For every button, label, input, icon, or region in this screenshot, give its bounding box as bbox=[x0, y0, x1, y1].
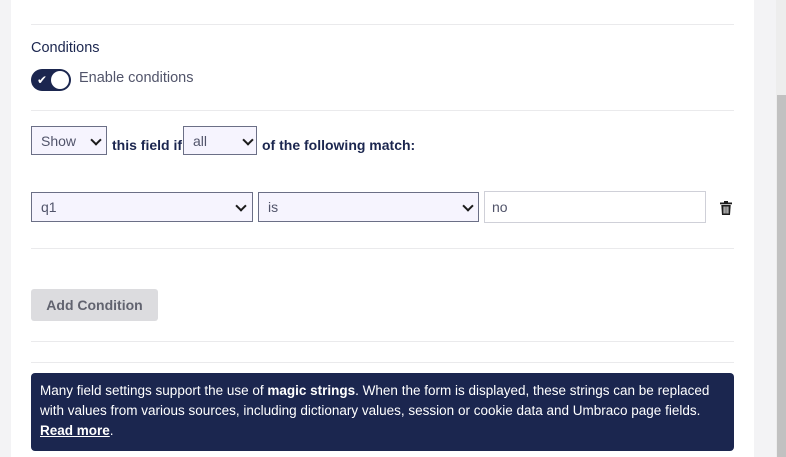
scrollbar-thumb[interactable] bbox=[777, 95, 786, 457]
condition-value-input[interactable] bbox=[484, 191, 706, 223]
trash-icon[interactable] bbox=[720, 201, 732, 215]
conditions-title: Conditions bbox=[31, 40, 100, 56]
checkmark-icon: ✔ bbox=[37, 73, 48, 87]
magic-strings-info-box: Many field settings support the use of m… bbox=[31, 373, 734, 451]
rule-suffix-text: of the following match: bbox=[262, 137, 416, 153]
enable-conditions-toggle[interactable]: ✔ bbox=[31, 69, 71, 91]
condition-field-select[interactable]: q1 bbox=[31, 192, 253, 222]
all-any-select[interactable]: allany bbox=[183, 126, 257, 155]
divider bbox=[31, 24, 734, 25]
toggle-knob bbox=[51, 71, 69, 89]
enable-conditions-label: Enable conditions bbox=[79, 70, 194, 86]
rule-middle-text: this field if bbox=[112, 137, 182, 153]
divider bbox=[31, 341, 734, 342]
form-settings-panel: Conditions ✔ Enable conditions ShowHide … bbox=[11, 0, 754, 457]
info-text: Many field settings support the use of bbox=[40, 383, 268, 398]
divider bbox=[31, 110, 734, 111]
condition-operator-select[interactable]: is bbox=[258, 192, 479, 222]
magic-strings-emphasis: magic strings bbox=[267, 383, 356, 398]
info-end: . bbox=[109, 423, 114, 438]
add-condition-button[interactable]: Add Condition bbox=[31, 289, 158, 321]
divider bbox=[31, 362, 734, 363]
divider bbox=[31, 248, 734, 249]
read-more-link[interactable]: Read more bbox=[40, 423, 110, 438]
show-hide-select[interactable]: ShowHide bbox=[31, 126, 107, 155]
